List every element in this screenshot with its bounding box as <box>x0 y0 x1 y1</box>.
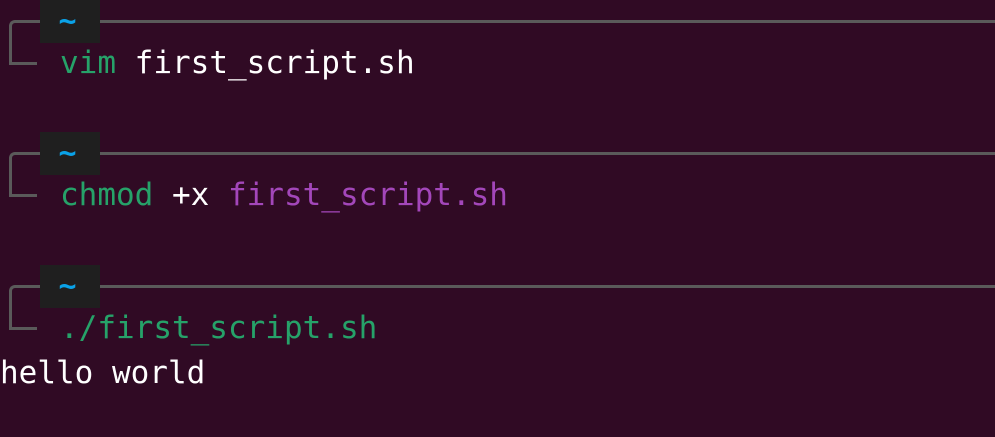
command-name: chmod <box>60 177 154 213</box>
directory-badge: ~ <box>40 0 100 43</box>
prompt-block-2: ~ chmod +x first_script.sh <box>0 132 995 211</box>
command-name: ./first_script.sh <box>60 310 378 346</box>
command-line[interactable]: ./first_script.sh <box>60 313 377 344</box>
directory-badge: ~ <box>40 132 100 175</box>
prompt-frame-connector <box>9 194 37 197</box>
prompt-frame-connector <box>9 62 37 65</box>
prompt-frame-connector <box>9 327 37 330</box>
command-file-arg: first_script.sh <box>227 177 508 213</box>
command-flag: +x <box>153 177 228 213</box>
prompt-block-3: ~ ./first_script.sh <box>0 265 995 344</box>
command-args: first_script.sh <box>116 45 415 81</box>
directory-badge: ~ <box>40 265 100 308</box>
prompt-block-1: ~ vim first_script.sh <box>0 0 995 79</box>
command-output: hello world <box>0 355 206 391</box>
command-name: vim <box>60 45 116 81</box>
command-line[interactable]: vim first_script.sh <box>60 48 415 79</box>
command-line[interactable]: chmod +x first_script.sh <box>60 180 508 211</box>
